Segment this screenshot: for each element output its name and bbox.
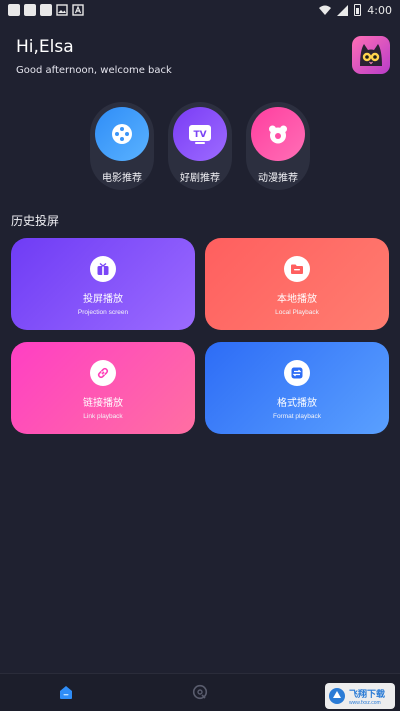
recommend-series[interactable]: TV 好剧推荐 bbox=[168, 102, 232, 190]
font-icon bbox=[72, 4, 84, 16]
greeting-block: Hi,Elsa Good afternoon, welcome back bbox=[16, 37, 172, 76]
link-icon bbox=[90, 360, 116, 386]
section-title-history: 历史投屏 bbox=[11, 214, 60, 228]
card-format-playback[interactable]: 格式播放 Format playback bbox=[205, 342, 389, 434]
notification-square-icon bbox=[8, 4, 20, 16]
notification-square-icon bbox=[24, 4, 36, 16]
recommend-series-label: 好剧推荐 bbox=[180, 173, 220, 184]
card-format-subtitle: Format playback bbox=[272, 413, 322, 420]
recommend-anime-label: 动漫推荐 bbox=[258, 173, 298, 184]
card-link-playback[interactable]: 链接播放 Link playback bbox=[11, 342, 195, 434]
status-time: 4:00 bbox=[367, 3, 392, 17]
greeting-title: Hi,Elsa bbox=[16, 37, 74, 57]
watermark-logo-icon bbox=[329, 688, 345, 704]
signal-icon bbox=[337, 4, 349, 16]
folder-icon bbox=[284, 256, 310, 282]
watermark-url: www.fxxz.com bbox=[349, 699, 381, 706]
svg-text:TV: TV bbox=[193, 130, 206, 140]
watermark-text: 飞翔下载 bbox=[349, 689, 386, 700]
battery-icon bbox=[354, 4, 362, 16]
recommend-movies[interactable]: 电影推荐 bbox=[90, 102, 154, 190]
card-link-subtitle: Link playback bbox=[83, 413, 123, 420]
tv-icon: TV bbox=[173, 107, 227, 161]
home-icon[interactable] bbox=[58, 684, 74, 700]
card-local-playback[interactable]: 本地播放 Local Playback bbox=[205, 238, 389, 330]
recommend-movies-label: 电影推荐 bbox=[102, 173, 142, 184]
swap-icon bbox=[284, 360, 310, 386]
gift-box-icon bbox=[90, 256, 116, 282]
card-projection-screen[interactable]: 投屏播放 Projection screen bbox=[11, 238, 195, 330]
status-bar-notifications bbox=[8, 4, 84, 16]
card-projection-title: 投屏播放 bbox=[83, 294, 123, 305]
film-reel-icon bbox=[95, 107, 149, 161]
card-link-title: 链接播放 bbox=[83, 398, 123, 409]
card-projection-subtitle: Projection screen bbox=[77, 309, 129, 316]
status-bar: 4:00 bbox=[0, 0, 400, 20]
card-local-title: 本地播放 bbox=[277, 294, 317, 305]
wifi-icon bbox=[319, 5, 332, 15]
card-local-subtitle: Local Playback bbox=[275, 309, 319, 316]
recommend-row: 电影推荐 TV 好剧推荐 动漫推荐 bbox=[90, 102, 310, 190]
discover-icon[interactable] bbox=[192, 684, 208, 700]
image-icon bbox=[56, 4, 68, 16]
greeting-subtitle: Good afternoon, welcome back bbox=[16, 65, 172, 76]
watermark: 飞翔下载 www.fxxz.com bbox=[325, 683, 395, 709]
bear-icon bbox=[251, 107, 305, 161]
recommend-anime[interactable]: 动漫推荐 bbox=[246, 102, 310, 190]
card-format-title: 格式播放 bbox=[277, 398, 317, 409]
notification-square-icon bbox=[40, 4, 52, 16]
avatar[interactable] bbox=[352, 36, 390, 74]
cat-avatar-icon bbox=[360, 44, 382, 66]
